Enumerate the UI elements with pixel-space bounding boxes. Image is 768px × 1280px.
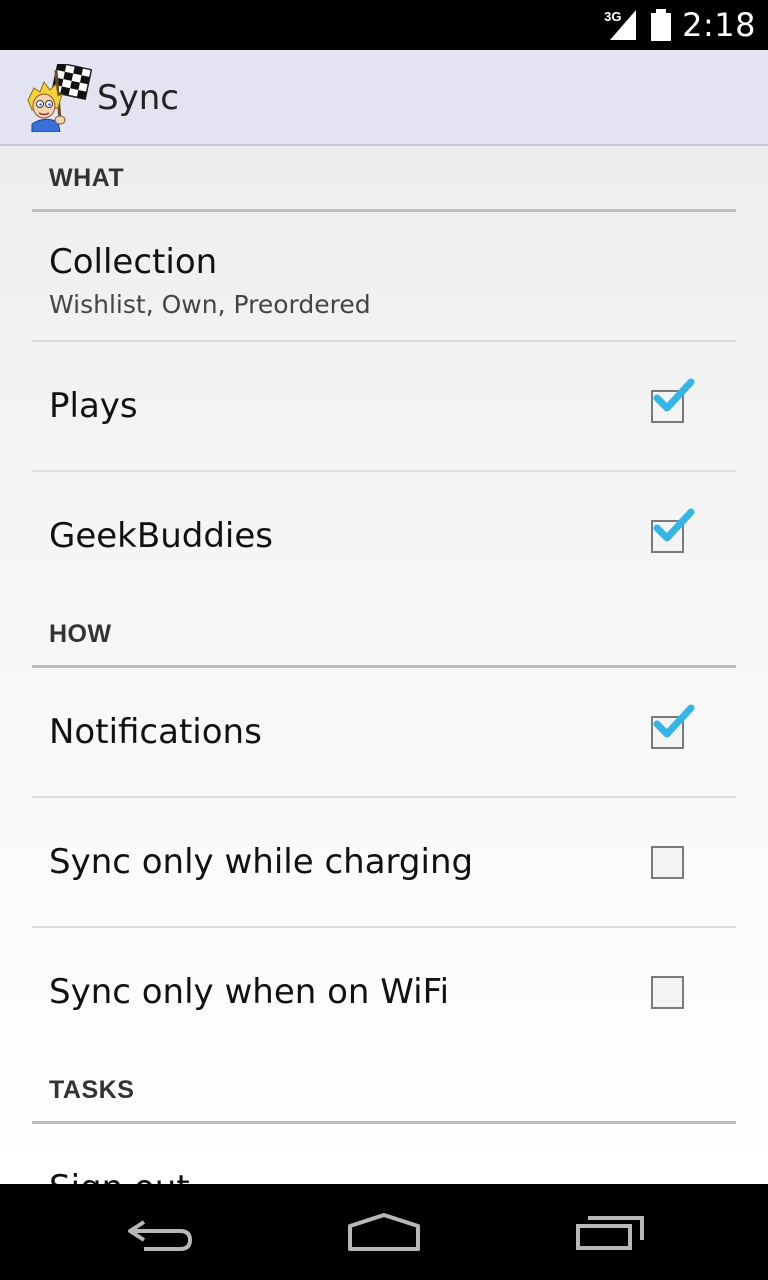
pref-sync-while-charging[interactable]: Sync only while charging <box>32 798 736 928</box>
signal-icon: 3G <box>604 0 640 50</box>
section-header-tasks: TASKS <box>32 1058 736 1124</box>
pref-title: Notifications <box>49 712 262 752</box>
pref-sync-on-wifi[interactable]: Sync only when on WiFi <box>32 928 736 1058</box>
section-header-how: HOW <box>32 602 736 668</box>
geekbuddies-checkbox[interactable] <box>651 508 695 553</box>
pref-sign-out[interactable]: Sign out <box>32 1124 736 1184</box>
pref-summary: Wishlist, Own, Preordered <box>49 290 371 319</box>
section-header-label: WHAT <box>49 164 125 192</box>
wifi-checkbox[interactable] <box>651 976 684 1009</box>
action-bar: Sync <box>0 50 768 146</box>
clock: 2:18 <box>682 6 756 44</box>
checkmark-icon <box>653 704 695 738</box>
home-icon[interactable] <box>346 1212 422 1252</box>
pref-title: Sync only when on WiFi <box>49 972 450 1012</box>
section-header-what: WHAT <box>32 146 736 212</box>
battery-icon <box>651 9 672 41</box>
pref-title: Sign out <box>49 1168 190 1184</box>
navigation-bar <box>0 1184 768 1280</box>
status-icons: 3G 2:18 <box>604 0 756 50</box>
status-bar: 3G 2:18 <box>0 0 768 50</box>
plays-checkbox[interactable] <box>651 378 695 423</box>
pref-title: Plays <box>49 386 138 426</box>
page-title: Sync <box>97 78 179 118</box>
notifications-checkbox[interactable] <box>651 704 695 749</box>
recent-apps-icon[interactable] <box>574 1212 646 1252</box>
pref-notifications[interactable]: Notifications <box>32 668 736 798</box>
pref-title: Sync only while charging <box>49 842 474 882</box>
section-header-label: HOW <box>49 620 112 648</box>
pref-title: Collection <box>49 242 218 282</box>
preferences-list[interactable]: WHAT Collection Wishlist, Own, Preordere… <box>0 146 768 1184</box>
app-logo-icon[interactable] <box>24 64 92 132</box>
pref-geekbuddies[interactable]: GeekBuddies <box>32 472 736 602</box>
pref-plays[interactable]: Plays <box>32 342 736 472</box>
pref-title: GeekBuddies <box>49 516 273 556</box>
checkmark-icon <box>653 508 695 542</box>
charging-checkbox[interactable] <box>651 846 684 879</box>
pref-collection[interactable]: Collection Wishlist, Own, Preordered <box>32 212 736 342</box>
back-icon[interactable] <box>124 1212 196 1252</box>
checkmark-icon <box>653 378 695 412</box>
section-header-label: TASKS <box>49 1076 135 1104</box>
